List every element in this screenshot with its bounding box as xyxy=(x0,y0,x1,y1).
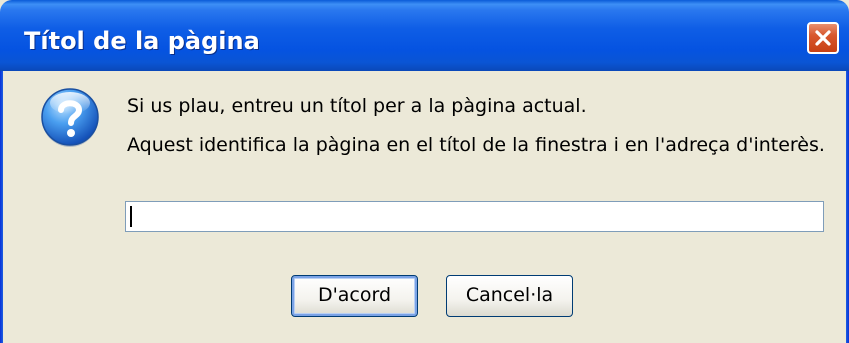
close-button[interactable] xyxy=(807,22,839,54)
cancel-button[interactable]: Cancel·la xyxy=(446,275,573,317)
message-line-1: Si us plau, entreu un títol per a la pàg… xyxy=(127,95,587,117)
question-icon xyxy=(41,88,99,147)
window-title: Títol de la pàgina xyxy=(24,27,260,55)
message-line-2: Aquest identifica la pàgina en el títol … xyxy=(127,134,825,156)
page-title-input[interactable] xyxy=(125,201,824,232)
close-icon xyxy=(815,30,831,46)
dialog-window: Títol de la pàgina Si us plau, entreu un… xyxy=(0,0,849,343)
ok-button[interactable]: D'acord xyxy=(291,275,418,317)
title-bar[interactable]: Títol de la pàgina xyxy=(0,0,849,71)
window-frame-left xyxy=(0,71,3,343)
text-caret xyxy=(130,206,132,227)
